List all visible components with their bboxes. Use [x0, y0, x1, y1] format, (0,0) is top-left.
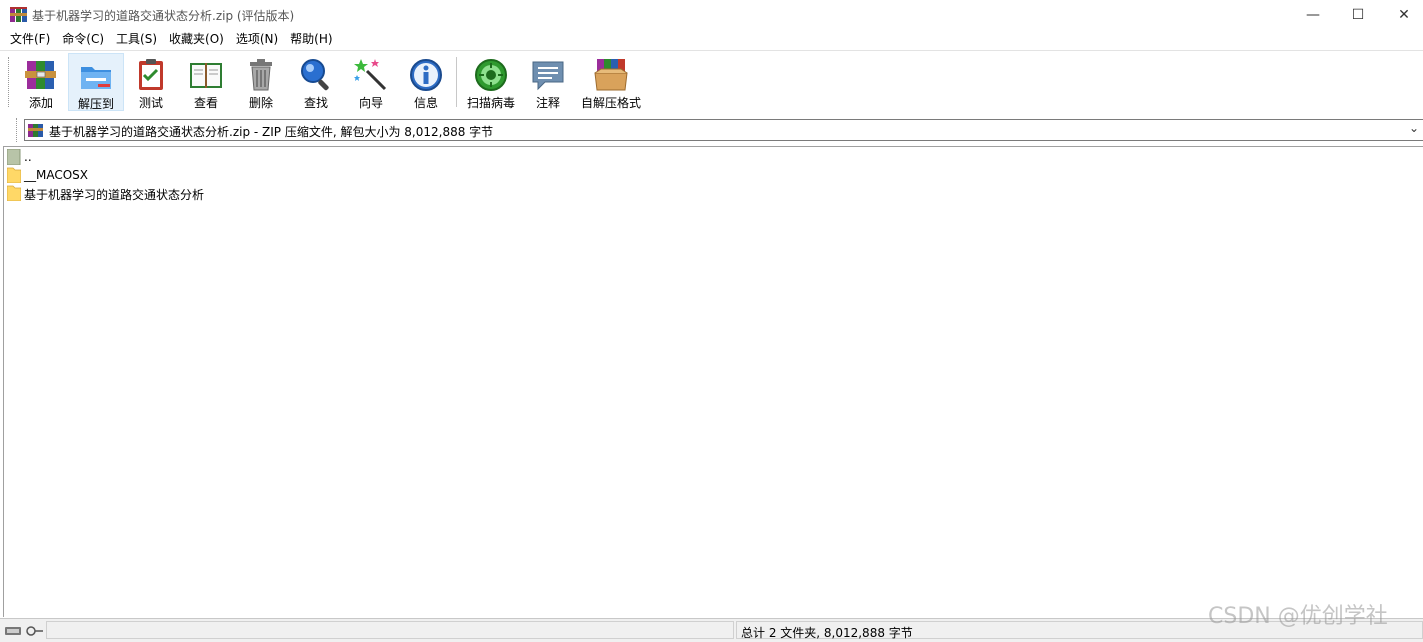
- info-icon: [410, 59, 442, 91]
- sfx-button[interactable]: 自解压格式: [578, 53, 644, 111]
- info-button[interactable]: 信息: [400, 53, 452, 111]
- menu-bar: 文件(F) 命令(C) 工具(S) 收藏夹(O) 选项(N) 帮助(H): [0, 30, 1423, 49]
- comment-label: 注释: [535, 96, 560, 110]
- sfx-label: 自解压格式: [580, 96, 641, 110]
- parent-folder-icon: [7, 149, 21, 165]
- winrar-app-icon: [10, 7, 27, 22]
- drive-key-icon: [5, 626, 43, 636]
- minimize-icon: —: [1306, 7, 1320, 23]
- close-button[interactable]: ✕: [1381, 0, 1423, 30]
- maximize-icon: ☐: [1351, 7, 1365, 23]
- minimize-button[interactable]: —: [1290, 0, 1336, 30]
- info-label: 信息: [413, 96, 438, 110]
- address-text: 基于机器学习的道路交通状态分析.zip - ZIP 压缩文件, 解包大小为 8,…: [49, 125, 494, 139]
- menu-file[interactable]: 文件(F): [4, 30, 56, 49]
- window-title: 基于机器学习的道路交通状态分析.zip (评估版本): [32, 9, 295, 23]
- menu-help[interactable]: 帮助(H): [284, 30, 338, 49]
- zip-archive-icon: [28, 124, 43, 137]
- file-name: ..: [24, 150, 32, 164]
- file-list[interactable]: .. __MACOSX 基于机器学习的道路交通状态分析: [3, 146, 1423, 617]
- test-button[interactable]: 测试: [126, 53, 176, 111]
- comment-icon: [532, 61, 564, 91]
- delete-button[interactable]: 删除: [236, 53, 286, 111]
- menu-options[interactable]: 选项(N): [230, 30, 284, 49]
- extract-to-label: 解压到: [77, 97, 114, 111]
- list-item-folder[interactable]: __MACOSX: [6, 166, 406, 184]
- status-summary: 总计 2 文件夹, 8,012,888 字节: [741, 626, 913, 640]
- test-clipboard-icon: [139, 59, 163, 90]
- watermark: CSDN @优创学社: [1208, 604, 1388, 629]
- list-item-folder[interactable]: 基于机器学习的道路交通状态分析: [6, 184, 406, 202]
- find-label: 查找: [303, 96, 328, 110]
- extract-to-button[interactable]: 解压到: [68, 53, 124, 111]
- test-label: 测试: [138, 96, 163, 110]
- comment-button[interactable]: 注释: [524, 53, 572, 111]
- status-cell-left: [46, 621, 734, 639]
- view-label: 查看: [193, 96, 218, 110]
- title-bar: 基于机器学习的道路交通状态分析.zip (评估版本) — ☐ ✕: [0, 0, 1423, 30]
- address-bar[interactable]: 基于机器学习的道路交通状态分析.zip - ZIP 压缩文件, 解包大小为 8,…: [24, 119, 1423, 141]
- maximize-button[interactable]: ☐: [1335, 0, 1381, 30]
- menu-tools[interactable]: 工具(S): [110, 30, 163, 49]
- add-archive-icon: [25, 61, 56, 89]
- wizard-wand-icon: [354, 59, 387, 91]
- sfx-box-icon: [594, 59, 628, 91]
- toolbar: 添加 解压到 测试 查看 删除 查找 向导 信息 扫描病毒 注释 自解压格式: [0, 50, 1423, 113]
- scan-virus-label: 扫描病毒: [466, 96, 515, 110]
- view-button[interactable]: 查看: [180, 53, 232, 111]
- folder-icon: [7, 185, 21, 201]
- toolbar-grip[interactable]: [8, 57, 11, 107]
- toolbar-separator: [456, 57, 457, 107]
- trash-icon: [250, 59, 272, 91]
- folder-icon: [7, 167, 21, 183]
- list-item-parent[interactable]: ..: [6, 148, 406, 166]
- view-book-icon: [190, 63, 222, 88]
- chevron-down-icon[interactable]: ⌄: [1409, 121, 1419, 135]
- address-row: 基于机器学习的道路交通状态分析.zip - ZIP 压缩文件, 解包大小为 8,…: [0, 114, 1423, 146]
- file-name: 基于机器学习的道路交通状态分析: [24, 188, 205, 202]
- menu-favorites[interactable]: 收藏夹(O): [163, 30, 230, 49]
- address-grip[interactable]: [16, 118, 19, 142]
- wizard-button[interactable]: 向导: [346, 53, 396, 111]
- find-button[interactable]: 查找: [290, 53, 342, 111]
- file-name: __MACOSX: [24, 168, 89, 182]
- menu-commands[interactable]: 命令(C): [56, 30, 110, 49]
- add-button[interactable]: 添加: [16, 53, 66, 111]
- magnifier-icon: [301, 59, 329, 91]
- close-icon: ✕: [1398, 7, 1410, 23]
- add-label: 添加: [28, 96, 53, 110]
- scan-virus-button[interactable]: 扫描病毒: [462, 53, 520, 111]
- wizard-label: 向导: [358, 96, 383, 110]
- virus-scan-icon: [475, 59, 507, 91]
- extract-folder-icon: [81, 67, 111, 89]
- delete-label: 删除: [248, 96, 273, 110]
